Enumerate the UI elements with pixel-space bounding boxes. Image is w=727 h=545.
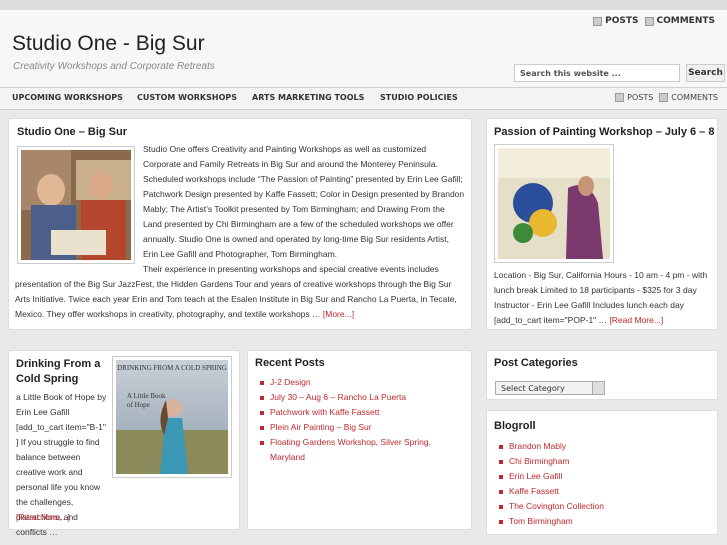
blogroll-item[interactable]: Brandon Mably: [495, 439, 710, 454]
recent-post-item[interactable]: Floating Gardens Workshop, Silver Spring…: [256, 435, 466, 465]
nav-comments-feed[interactable]: COMMENTS: [659, 93, 718, 102]
recent-post-item[interactable]: J-2 Design: [256, 375, 466, 390]
category-select[interactable]: Select Category: [495, 381, 605, 395]
categories-title: Post Categories: [494, 357, 578, 369]
book-post-more-link[interactable]: [Read More...]: [16, 510, 70, 525]
site-title[interactable]: Studio One - Big Sur: [12, 32, 205, 56]
nav-arts-marketing-tools[interactable]: ARTS MARKETING TOOLS: [252, 93, 364, 102]
blogroll-item[interactable]: Tom Birmingham: [495, 514, 710, 529]
painting-photo: [494, 144, 614, 263]
passion-post-title[interactable]: Passion of Painting Workshop – July 6 – …: [494, 126, 714, 138]
recent-post-item[interactable]: Patchwork with Kaffe Fassett: [256, 405, 466, 420]
feed-icon: [593, 16, 603, 26]
book-cover: DRINKING FROM A COLD SPRING A Little Boo…: [112, 356, 232, 478]
chevron-down-icon: [592, 382, 604, 394]
blogroll-item[interactable]: Erin Lee Gafill: [495, 469, 710, 484]
recent-posts-title: Recent Posts: [255, 357, 325, 369]
feed-icon: [644, 16, 654, 26]
book-post: Drinking From a Cold Spring DRINKING FRO…: [8, 350, 240, 537]
recent-posts-widget: Recent Posts J-2 Design July 30 – Aug 6 …: [247, 350, 472, 530]
workshop-photo: [17, 146, 135, 264]
nav-custom-workshops[interactable]: CUSTOM WORKSHOPS: [137, 93, 237, 102]
nav-upcoming-workshops[interactable]: UPCOMING WORKSHOPS: [12, 93, 123, 102]
book-cover-subtitle: A Little Book of Hope: [127, 392, 166, 409]
nav-posts-feed[interactable]: POSTS: [615, 93, 653, 102]
main-post: Studio One – Big Sur Studio One offers C…: [8, 118, 472, 330]
recent-post-item[interactable]: Plein Air Painting – Big Sur: [256, 420, 466, 435]
blogroll-item[interactable]: Kaffe Fassett: [495, 484, 710, 499]
posts-feed-link[interactable]: POSTS: [593, 16, 639, 26]
feed-icon: [615, 93, 625, 102]
nav-feed-links: POSTS COMMENTS: [615, 93, 718, 102]
blogroll-title: Blogroll: [494, 420, 536, 432]
passion-post-more-link[interactable]: [Read More...]: [609, 315, 663, 325]
comments-feed-link[interactable]: COMMENTS: [644, 16, 715, 26]
main-post-more-link[interactable]: [More...]: [323, 309, 354, 319]
blogroll-item[interactable]: Chi Birmingham: [495, 454, 710, 469]
search-input[interactable]: Search this website ...: [514, 64, 680, 82]
book-cover-title: DRINKING FROM A COLD SPRING: [117, 364, 227, 372]
blogroll-widget: Blogroll Brandon Mably Chi Birmingham Er…: [486, 410, 718, 535]
nav-studio-policies[interactable]: STUDIO POLICIES: [380, 93, 458, 102]
blogroll-item[interactable]: The Covington Collection: [495, 499, 710, 514]
site-description: Creativity Workshops and Corporate Retre…: [13, 61, 215, 72]
main-nav: UPCOMING WORKSHOPS CUSTOM WORKSHOPS ARTS…: [0, 88, 727, 110]
passion-post-body: Location - Big Sur, California Hours - 1…: [494, 270, 708, 325]
categories-widget: Post Categories Select Category: [486, 350, 718, 400]
book-post-title[interactable]: Drinking From a Cold Spring: [16, 357, 106, 387]
blogroll-list: Brandon Mably Chi Birmingham Erin Lee Ga…: [495, 439, 710, 529]
feed-icon: [659, 93, 669, 102]
search-button[interactable]: Search: [686, 64, 725, 82]
site-header: Studio One - Big Sur Creativity Workshop…: [0, 10, 727, 88]
main-post-body: Their experience in presenting workshops…: [15, 264, 457, 319]
top-feed-links: POSTS COMMENTS: [593, 16, 715, 26]
passion-post: Passion of Painting Workshop – July 6 – …: [486, 118, 718, 330]
recent-post-item[interactable]: July 30 – Aug 6 – Rancho La Puerta: [256, 390, 466, 405]
main-post-intro: Studio One offers Creativity and Paintin…: [143, 144, 465, 259]
main-post-title[interactable]: Studio One – Big Sur: [17, 126, 127, 138]
top-strip: [0, 0, 727, 10]
recent-posts-list: J-2 Design July 30 – Aug 6 – Rancho La P…: [256, 375, 466, 465]
